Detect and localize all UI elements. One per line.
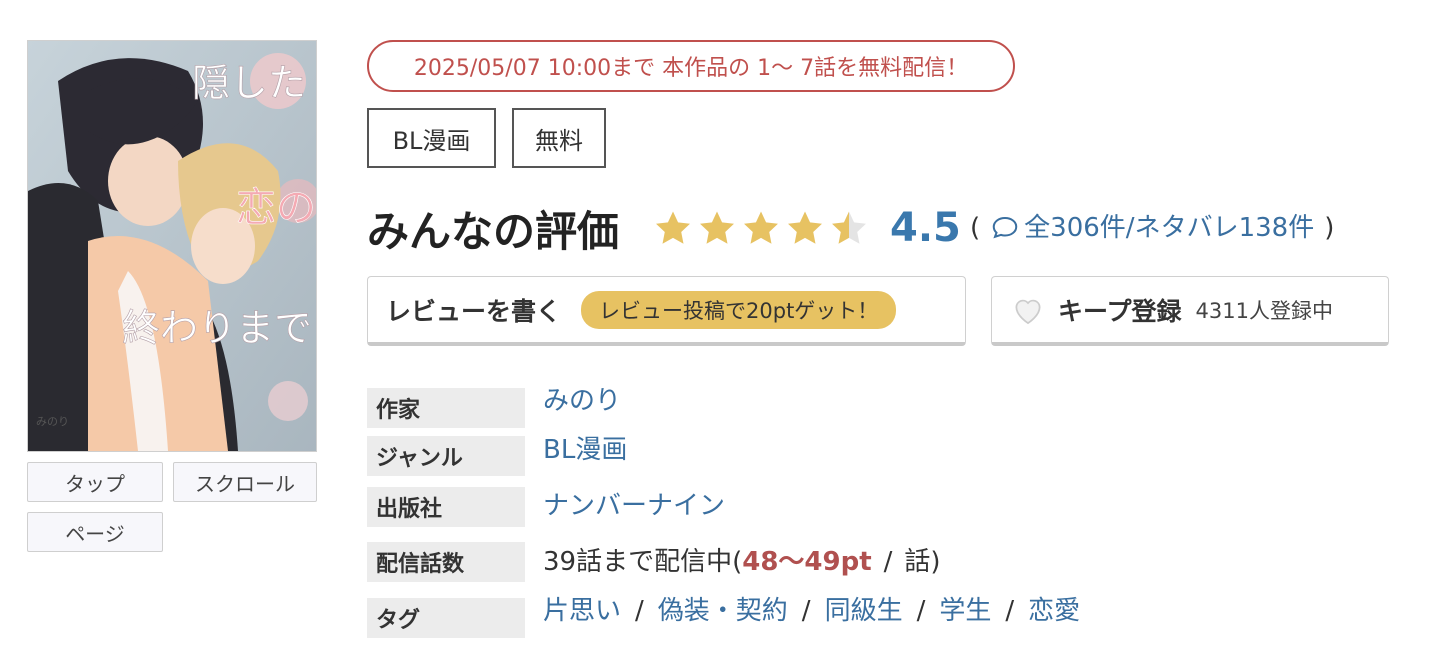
rating-score: 4.5 [890, 205, 961, 251]
review-points-badge: レビュー投稿で20ptゲット！ [581, 290, 897, 329]
free-promo-banner: 2025/05/07 10:00まで 本作品の 1〜 7話を無料配信！ [367, 40, 1015, 92]
open-paren: ( [970, 213, 981, 243]
episodes-value: 39話まで配信中(48〜49pt / 話) [543, 544, 941, 580]
write-review-label: レビューを書く [386, 296, 562, 326]
episodes-suffix: 話) [904, 547, 941, 577]
tags-label: タグ [367, 598, 525, 638]
episodes-text: 39話まで配信中( [543, 547, 743, 577]
tag-link-renai[interactable]: 恋愛 [1028, 596, 1080, 626]
half-star-icon [832, 211, 866, 244]
star-icon [656, 211, 690, 244]
view-page-button[interactable]: ページ [27, 512, 163, 552]
tag-link-gisou-keiyaku[interactable]: 偽装・契約 [658, 596, 788, 626]
keep-label: キープ登録 [1058, 296, 1182, 326]
episodes-label: 配信話数 [367, 542, 525, 582]
review-counts: ( 全306件 / ネタバレ138件 ) [970, 208, 1334, 248]
view-scroll-button[interactable]: スクロール [173, 462, 317, 502]
tag-link-gakusei[interactable]: 学生 [939, 596, 991, 626]
speech-bubble-icon [992, 216, 1018, 239]
tag-bl-manga-button[interactable]: BL漫画 [367, 108, 496, 168]
keep-count: 4311人登録中 [1195, 298, 1333, 323]
heart-icon [1015, 299, 1041, 324]
close-paren: ) [1324, 213, 1335, 243]
all-reviews-link[interactable]: 全306件 [1024, 208, 1126, 248]
star-icon [788, 211, 822, 244]
cover-author-mark: みのり [36, 415, 69, 428]
spoiler-reviews-link[interactable]: ネタバレ138件 [1135, 208, 1315, 248]
author-link[interactable]: みのり [543, 386, 621, 416]
publisher-value: ナンバーナイン [543, 488, 725, 524]
episodes-price: 48〜49pt [742, 547, 872, 577]
tags-value: 片思い / 偽装・契約 / 同級生 / 学生 / 恋愛 [543, 593, 1080, 629]
author-value: みのり [543, 383, 621, 419]
tag-separator: / [1005, 596, 1015, 626]
rating-stars [652, 208, 870, 250]
review-count-separator: / [1125, 213, 1135, 243]
tag-free-button[interactable]: 無料 [512, 108, 606, 168]
rating-heading: みんなの評価 [367, 207, 620, 256]
episodes-slash: / [883, 547, 893, 577]
cover-title-line-3: 終わりまで [122, 306, 312, 350]
tag-link-kataomoi[interactable]: 片思い [543, 596, 621, 626]
star-icon [744, 211, 778, 244]
publisher-label: 出版社 [367, 487, 525, 527]
cover-title-line-2: 恋の [236, 185, 316, 231]
tag-link-doukyuusei[interactable]: 同級生 [825, 596, 903, 626]
author-label: 作家 [367, 388, 525, 428]
view-tap-button[interactable]: タップ [27, 462, 163, 502]
star-icon [700, 211, 734, 244]
genre-link[interactable]: BL漫画 [543, 435, 627, 465]
write-review-button[interactable]: レビューを書く レビュー投稿で20ptゲット！ [367, 276, 966, 346]
publisher-link[interactable]: ナンバーナイン [543, 491, 725, 521]
keep-button[interactable]: キープ登録 4311人登録中 [991, 276, 1389, 346]
tag-separator: / [635, 596, 644, 626]
cover-image[interactable]: 隠した 恋の 終わりまで みのり [27, 40, 317, 452]
genre-value: BL漫画 [543, 432, 627, 468]
cover-title-line-1: 隠した [192, 61, 306, 105]
tag-separator: / [801, 596, 811, 626]
genre-label: ジャンル [367, 436, 525, 476]
tag-separator: / [916, 596, 926, 626]
